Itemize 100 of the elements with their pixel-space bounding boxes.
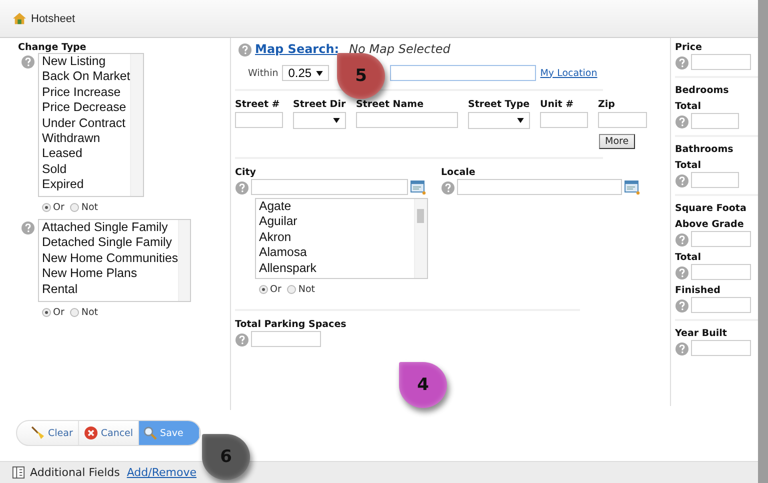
- section-heading: Square Foota: [675, 203, 748, 214]
- text-field[interactable]: [691, 297, 751, 313]
- distance-select[interactable]: 0.25: [282, 65, 330, 81]
- field-label: Locale: [441, 167, 476, 178]
- field-label: Year Built: [675, 328, 728, 339]
- my-location-link[interactable]: My Location: [540, 68, 598, 78]
- location-field[interactable]: [390, 65, 536, 81]
- radio-button[interactable]: [42, 308, 51, 317]
- section-heading: Bathrooms: [675, 144, 734, 155]
- house-icon: [12, 12, 27, 25]
- help-icon[interactable]: [675, 266, 689, 280]
- field-label: Total: [675, 160, 702, 171]
- list-item[interactable]: Leased: [42, 146, 130, 162]
- radio-button[interactable]: [259, 285, 268, 294]
- field-label: Total Parking Spaces: [235, 319, 348, 330]
- help-icon[interactable]: [235, 333, 249, 347]
- dropdown[interactable]: [468, 112, 530, 129]
- help-icon[interactable]: [21, 221, 35, 235]
- section-heading: Bedrooms: [675, 85, 730, 96]
- help-icon[interactable]: [675, 56, 689, 70]
- help-icon[interactable]: [235, 181, 249, 195]
- list-item[interactable]: Agate: [259, 199, 414, 214]
- clear-button[interactable]: Clear: [17, 421, 79, 445]
- list-item[interactable]: Alamosa: [259, 245, 414, 261]
- list-item[interactable]: Under Contract: [42, 116, 130, 132]
- field-label: Unit #: [540, 99, 575, 110]
- text-field[interactable]: [691, 54, 751, 70]
- radio-label: Not: [298, 284, 316, 295]
- help-icon[interactable]: [675, 115, 689, 129]
- radio-label: Or: [270, 284, 282, 295]
- footer-label: Additional Fields: [30, 466, 120, 479]
- radio-label: Or: [53, 307, 64, 318]
- text-field[interactable]: [691, 172, 739, 188]
- list-item[interactable]: New Home Communities: [42, 250, 178, 266]
- radio-button[interactable]: [70, 203, 80, 212]
- list-item[interactable]: Withdrawn: [42, 131, 130, 146]
- field-label: Finished: [675, 285, 722, 296]
- text-field[interactable]: [251, 179, 408, 195]
- list-item[interactable]: Sold: [42, 162, 130, 178]
- list-box[interactable]: New Listing Back On Market Price Increase Price Decrease Under Contract Withdrawn Leased Sold Expired: [38, 53, 144, 197]
- text-field[interactable]: [691, 231, 751, 247]
- list-item[interactable]: Back On Market: [42, 69, 130, 85]
- list-item[interactable]: New Listing: [42, 54, 130, 70]
- list-box[interactable]: Agate Aguilar Akron Alamosa Allenspark: [255, 198, 428, 279]
- list-item[interactable]: New Home Plans: [42, 266, 178, 282]
- callout-badge: 6: [202, 434, 250, 480]
- caret-icon: [517, 118, 524, 123]
- help-icon[interactable]: [675, 299, 689, 313]
- list-item[interactable]: Price Increase: [42, 84, 130, 100]
- list-item[interactable]: Expired: [42, 177, 130, 193]
- field-label: City: [235, 167, 257, 178]
- dropdown[interactable]: [293, 112, 346, 129]
- lookup-icon[interactable]: [410, 179, 426, 195]
- radio-label: Or: [53, 202, 64, 213]
- help-icon[interactable]: [441, 181, 455, 195]
- map-status: No Map Selected: [349, 42, 450, 56]
- help-icon[interactable]: [675, 174, 689, 188]
- text-field[interactable]: [691, 340, 751, 356]
- radio-label: Not: [81, 202, 98, 213]
- help-icon[interactable]: [238, 43, 252, 57]
- field-label: Total: [675, 101, 702, 112]
- list-box[interactable]: Attached Single Family Detached Single Family New Home Communities New Home Plans Rental: [38, 219, 191, 302]
- lookup-icon[interactable]: [624, 179, 640, 195]
- scrollbar[interactable]: [414, 199, 427, 278]
- help-icon[interactable]: [675, 342, 689, 356]
- field-label: Change Type: [18, 42, 88, 53]
- within-label: Within: [248, 68, 278, 78]
- text-field[interactable]: [540, 112, 588, 128]
- radio-button[interactable]: [287, 285, 296, 294]
- more-button[interactable]: More: [599, 134, 635, 149]
- broom-icon: [31, 426, 45, 440]
- help-icon[interactable]: [21, 55, 35, 69]
- scrollbar[interactable]: [178, 220, 190, 301]
- text-field[interactable]: [691, 264, 751, 280]
- add-remove-link[interactable]: Add/Remove: [126, 466, 196, 479]
- help-icon[interactable]: [675, 233, 689, 247]
- text-field[interactable]: [691, 113, 739, 129]
- list-item[interactable]: Akron: [259, 230, 414, 246]
- text-field[interactable]: [251, 331, 321, 347]
- list-item[interactable]: Aguilar: [259, 214, 414, 230]
- window-title: Hotsheet: [31, 12, 76, 24]
- radio-button[interactable]: [70, 308, 80, 317]
- radio-button[interactable]: [42, 203, 51, 212]
- list-item[interactable]: Rental: [42, 282, 178, 298]
- scrollbar[interactable]: [130, 54, 143, 196]
- close-icon: [84, 426, 98, 440]
- text-field[interactable]: [457, 179, 622, 195]
- list-item[interactable]: Detached Single Family: [42, 235, 178, 251]
- text-field[interactable]: [598, 112, 647, 128]
- field-label: Price: [675, 42, 703, 53]
- field-label: Total: [675, 252, 702, 263]
- list-item[interactable]: Attached Single Family: [42, 220, 178, 236]
- text-field[interactable]: [356, 112, 458, 128]
- search-icon: [143, 426, 158, 440]
- text-field[interactable]: [235, 112, 283, 128]
- field-label: Street Name: [356, 99, 425, 110]
- map-search-link[interactable]: Map Search:: [255, 42, 340, 56]
- field-label: Street #: [235, 99, 281, 110]
- list-item[interactable]: Allenspark: [259, 260, 414, 276]
- list-item[interactable]: Price Decrease: [42, 100, 130, 116]
